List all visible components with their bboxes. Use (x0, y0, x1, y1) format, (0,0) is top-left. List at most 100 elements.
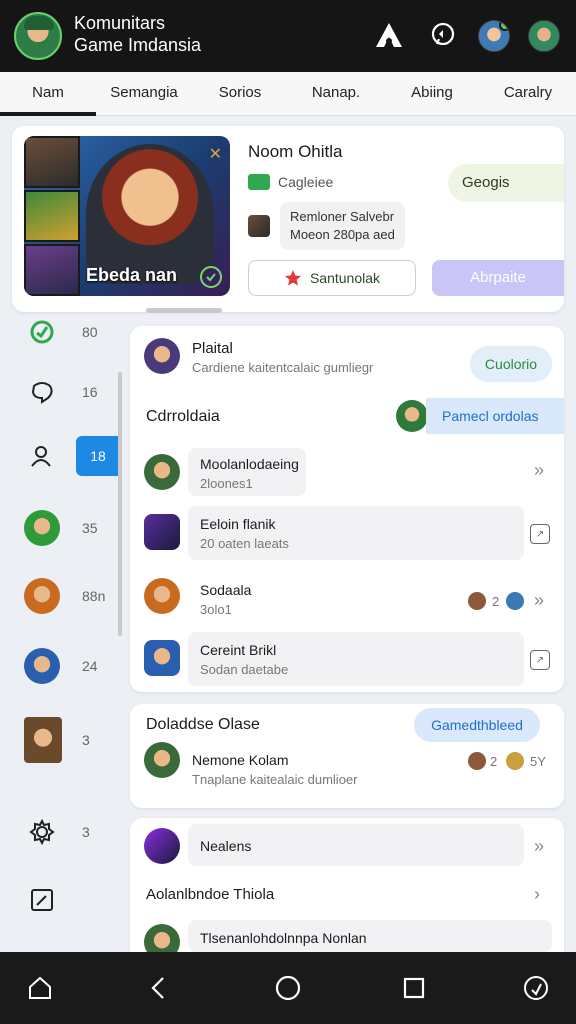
left-rail: 80 16 18 35 88n 24 3 3 (0, 312, 120, 952)
game-banner[interactable]: ✕ Ebeda nan (24, 136, 230, 296)
conversation-list: Plaital Cardiene kaitentcalaic gumliegr … (130, 326, 564, 692)
reaction-count: 2 (490, 754, 498, 769)
game-thumbnail (24, 136, 80, 188)
rail-item-chat[interactable]: 16 (24, 372, 114, 412)
home-icon[interactable] (22, 970, 58, 1006)
chat-bubble-icon[interactable] (428, 20, 458, 50)
game-avatar (24, 648, 60, 684)
rail-item-game-3[interactable]: 24 (24, 646, 114, 686)
tab-semangia[interactable]: Semangia (96, 72, 192, 115)
tab-nam[interactable]: Nam (0, 72, 96, 116)
avatar[interactable] (144, 514, 180, 550)
author-name: Nemone Kolam (192, 752, 289, 768)
list-item-title: Aolanlbndoe Thiola (146, 886, 275, 903)
avatar (468, 752, 486, 770)
status-chip[interactable]: Cuolorio (470, 346, 552, 382)
reaction-count: 2 (492, 594, 500, 609)
rail-item-user[interactable]: 18 (24, 436, 120, 476)
edit-icon (24, 882, 60, 918)
chevron-right-icon[interactable]: » (534, 836, 544, 857)
avatar[interactable] (144, 454, 180, 490)
user-icon (24, 438, 60, 474)
check-circle-icon (24, 314, 60, 350)
list-item-title: Nealens (200, 838, 252, 854)
triangle-logo-icon[interactable] (374, 20, 404, 50)
list-item-sub: Sodan daetabe (200, 662, 289, 677)
game-avatar (24, 578, 60, 614)
app-header: Komunitars Game Imdansia (0, 0, 576, 72)
hero-character-image (86, 144, 214, 284)
recent-apps-icon[interactable] (396, 970, 432, 1006)
home-circle-icon[interactable] (270, 970, 306, 1006)
section-title: Cdrroldaia (146, 408, 220, 425)
tab-caralry[interactable]: Caralry (480, 72, 576, 115)
favorite-button[interactable]: Santunolak (248, 260, 416, 296)
close-icon[interactable]: ✕ (209, 144, 222, 164)
game-thumbnail (24, 244, 80, 296)
back-icon[interactable] (140, 970, 176, 1006)
rail-item-game-2[interactable]: 88n (24, 576, 114, 616)
avatar[interactable] (144, 338, 180, 374)
avatar[interactable] (144, 640, 180, 676)
list-item-title: Cereint Brikl (200, 642, 277, 658)
section-chip[interactable]: Pamecl ordolas (426, 398, 564, 434)
list-item-title: Sodaala (200, 582, 252, 598)
profile-status: Cagleiee (248, 174, 333, 190)
status-chip[interactable]: Gamedthbleed (414, 708, 540, 742)
game-avatar (24, 510, 60, 546)
assistant-icon[interactable] (518, 970, 554, 1006)
online-indicator (499, 21, 509, 31)
avatar (468, 592, 486, 610)
verified-badge-icon (200, 266, 222, 288)
tab-bar: Nam Semangia Sorios Nanap. Abiing Caralr… (0, 72, 576, 116)
profile-detail: Remloner Salvebr Moeon 280pa aed (248, 202, 405, 250)
avatar (506, 592, 524, 610)
avatar (396, 400, 428, 432)
gear-icon (24, 814, 60, 850)
avatar[interactable] (144, 742, 180, 778)
tab-sorios[interactable]: Sorios (192, 72, 288, 115)
profile-detail-box: Remloner Salvebr Moeon 280pa aed (280, 202, 405, 250)
drag-handle[interactable] (146, 308, 222, 313)
post-preview: Tnaplane kaitealaic dumlioer (192, 772, 358, 787)
list-item-title: Tlsenanlohdolnnpa Nonlan (200, 930, 367, 946)
friend-avatar[interactable] (528, 20, 560, 52)
card-title: Doladdse Olase (146, 716, 260, 733)
gamepad-icon (248, 174, 270, 190)
list-item-sub: 20 oaten laeats (200, 536, 289, 551)
primary-action-button[interactable]: Abrpaite (432, 260, 564, 296)
list-item-sub: 2loones1 (200, 476, 253, 491)
rail-item-game-1[interactable]: 35 (24, 508, 114, 548)
chevron-right-icon[interactable]: › (534, 884, 540, 905)
community-title: Komunitars Game Imdansia (74, 13, 202, 55)
avatar[interactable] (144, 578, 180, 614)
friend-avatar[interactable] (478, 20, 510, 52)
rail-item-check[interactable]: 80 (24, 312, 114, 352)
avatar[interactable] (144, 828, 180, 864)
list-item-title: Eeloin flanik (200, 516, 276, 532)
chevron-right-icon[interactable]: » (534, 590, 544, 611)
tab-nanap[interactable]: Nanap. (288, 72, 384, 115)
list-item-title: Moolanlodaeing (200, 456, 299, 472)
status-pill[interactable]: Geogis (448, 164, 564, 202)
list-item-sub: 3olo1 (200, 602, 232, 617)
banner-caption: Ebeda nan (86, 265, 178, 285)
chevron-right-icon[interactable]: » (534, 460, 544, 481)
rail-item-settings[interactable]: 3 (24, 812, 114, 852)
profile-avatar[interactable] (14, 12, 62, 60)
tab-abiing[interactable]: Abiing (384, 72, 480, 115)
attachment-icon[interactable]: ↗ (530, 524, 550, 544)
profile-card: ✕ Ebeda nan Noom Ohitla Cagleiee Geogis … (12, 126, 564, 312)
scrollbar[interactable] (118, 372, 122, 636)
attachment-icon[interactable]: ↗ (530, 650, 550, 670)
rail-item-edit[interactable] (24, 880, 114, 920)
list-item[interactable] (188, 506, 524, 560)
discussion-card: Doladdse Olase Gamedthbleed Nemone Kolam… (130, 704, 564, 808)
system-nav-bar (0, 952, 576, 1024)
timestamp: 5Y (530, 754, 546, 769)
game-thumbnail (24, 190, 80, 242)
rail-item-game-4[interactable]: 3 (24, 717, 114, 763)
list-item[interactable] (188, 632, 524, 686)
top-post-name: Plaital (192, 340, 233, 357)
profile-name: Noom Ohitla (248, 142, 343, 161)
